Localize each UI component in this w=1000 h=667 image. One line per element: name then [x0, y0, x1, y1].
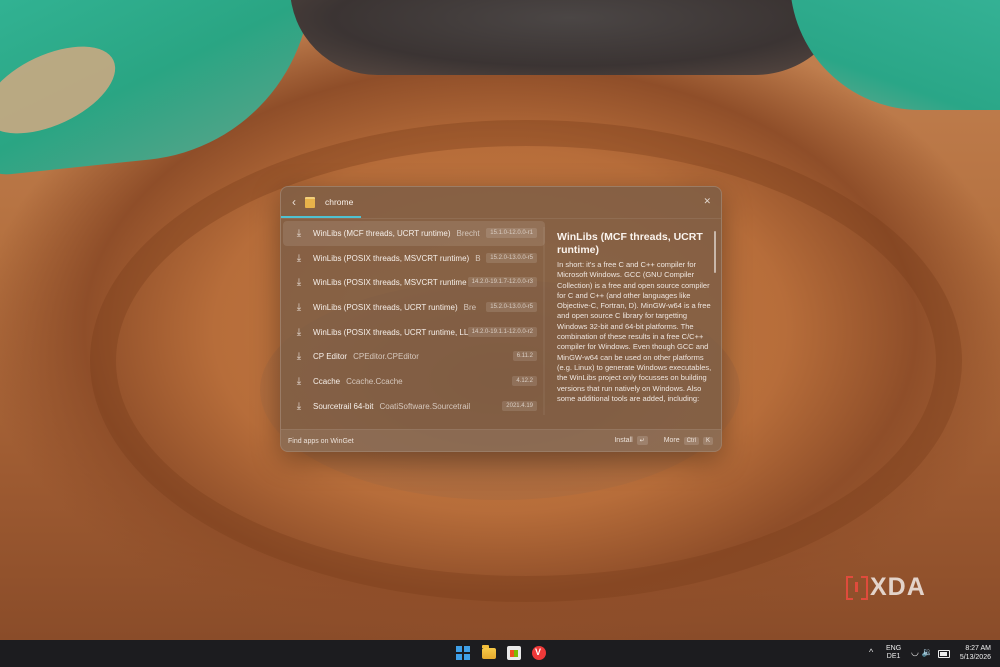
result-text: WinLibs (POSIX threads, MSVCRT runtime	[313, 278, 483, 287]
k-key-hint: K	[702, 436, 713, 445]
version-badge: 6.11.2	[512, 351, 537, 362]
result-subtitle: CoatiSoftware.Sourcetrail	[379, 401, 471, 411]
download-icon: ⤓	[296, 326, 302, 338]
result-text: WinLibs (POSIX threads, UCRT runtime) Bre	[313, 303, 483, 312]
result-title: Sourcetrail 64-bit	[313, 401, 374, 411]
folder-icon	[305, 196, 315, 208]
lang-code: ENG	[886, 645, 902, 652]
result-subtitle: Brecht	[456, 228, 480, 238]
download-icon: ⤓	[296, 227, 302, 239]
result-title: WinLibs (POSIX threads, UCRT runtime)	[313, 302, 458, 312]
result-item[interactable]: ⤓ WinLibs (POSIX threads, UCRT runtime) B…	[283, 295, 545, 320]
result-item[interactable]: ⤓ Sourcetrail 64-bit CoatiSoftware.Source…	[283, 394, 545, 419]
wifi-volume-icons[interactable]: ◡🔉	[911, 647, 936, 658]
version-badge: 2021.4.19	[502, 400, 537, 411]
result-text: WinLibs (POSIX threads, MSVCRT runtime) B	[313, 254, 483, 263]
search-bar: ‹ chrome ✕	[281, 187, 721, 217]
result-text: Sourcetrail 64-bit CoatiSoftware.Sourcetr…	[313, 402, 483, 411]
result-subtitle: Bre	[463, 302, 477, 312]
result-item[interactable]: ⤓ WinLibs (POSIX threads, MSVCRT runtime…	[283, 246, 545, 271]
result-subtitle: CPEditor.CPEditor	[353, 352, 419, 362]
microsoft-store-icon[interactable]	[507, 646, 521, 660]
xda-logo-icon	[846, 576, 868, 600]
version-badge: 15.1.0-12.0.0-r1	[486, 228, 537, 238]
xda-watermark: XDA	[846, 573, 926, 601]
details-pane: WinLibs (MCF threads, UCRT runtime) In s…	[557, 231, 713, 429]
download-icon: ⤓	[296, 351, 302, 363]
result-item[interactable]: ⤓ WinLibs (POSIX threads, MSVCRT runtime…	[283, 270, 545, 295]
result-title: Ccache	[313, 376, 341, 386]
keyboard-layout: DE1	[886, 653, 901, 660]
more-button[interactable]: More	[664, 437, 680, 444]
result-text: Ccache Ccache.Ccache	[313, 377, 483, 386]
result-item[interactable]: ⤓ CP Editor CPEditor.CPEditor 6.11.2	[283, 344, 545, 369]
download-icon: ⤓	[296, 400, 302, 412]
taskbar: ^ ENG DE1 ◡🔉 8:27 AM 5/13/2026	[0, 640, 1000, 667]
details-scrollbar[interactable]	[714, 231, 716, 273]
result-title: WinLibs (POSIX threads, MSVCRT runtime	[313, 278, 467, 288]
result-text: WinLibs (MCF threads, UCRT runtime) Brech…	[313, 229, 483, 238]
file-explorer-icon[interactable]	[482, 645, 496, 659]
back-arrow-icon[interactable]: ‹	[285, 195, 303, 209]
version-badge: 15.2.0-13.0.0-r5	[486, 302, 537, 313]
download-icon: ⤓	[296, 277, 302, 289]
results-scrollbar[interactable]	[543, 227, 545, 415]
download-icon: ⤓	[296, 252, 302, 264]
footer-source-label: Find apps on WinGet	[288, 437, 354, 445]
result-text: CP Editor CPEditor.CPEditor	[313, 352, 483, 361]
result-title: WinLibs (POSIX threads, UCRT runtime, LL	[313, 327, 469, 337]
wallpaper-lake-right	[790, 0, 1000, 110]
download-icon: ⤓	[296, 375, 302, 387]
version-badge: 15.2.0-13.0.0-r5	[486, 252, 537, 263]
search-input[interactable]: chrome	[325, 197, 353, 207]
result-title: WinLibs (MCF threads, UCRT runtime)	[313, 228, 451, 238]
wallpaper-lava-field	[290, 0, 850, 75]
clock-date: 5/13/2026	[959, 654, 991, 661]
install-button[interactable]: Install	[614, 437, 632, 444]
version-badge: 14.2.0-19.1.7-12.0.0-r3	[467, 277, 537, 288]
result-title: WinLibs (POSIX threads, MSVCRT runtime)	[313, 253, 470, 263]
system-clock[interactable]: 8:27 AM 5/13/2026	[957, 644, 991, 662]
footer-bar: Find apps on WinGet Install ↵ More Ctrl …	[281, 429, 721, 451]
result-subtitle: Ccache.Ccache	[346, 376, 403, 386]
version-badge: 4.12.2	[512, 376, 537, 387]
battery-icon[interactable]	[938, 650, 950, 658]
footer-actions: Install ↵ More Ctrl K	[614, 436, 713, 445]
divider	[281, 218, 721, 219]
details-title: WinLibs (MCF threads, UCRT runtime)	[557, 231, 703, 256]
ctrl-key-hint: Ctrl	[683, 436, 699, 445]
result-text: WinLibs (POSIX threads, UCRT runtime, LL	[313, 328, 483, 337]
details-description: In short: it's a free C and C++ compiler…	[557, 260, 712, 403]
enter-key-icon: ↵	[636, 436, 648, 445]
windows-start-icon[interactable]	[456, 646, 470, 660]
results-list: ⤓ WinLibs (MCF threads, UCRT runtime) Bre…	[283, 221, 545, 429]
command-palette: ‹ chrome ✕ ⤓ WinLibs (MCF threads, UCRT …	[280, 186, 722, 452]
clock-time: 8:27 AM	[965, 645, 991, 652]
tray-chevron-icon[interactable]: ^	[869, 647, 873, 657]
result-subtitle: B	[475, 253, 481, 263]
vivaldi-browser-icon[interactable]	[532, 646, 546, 660]
result-title: CP Editor	[313, 352, 348, 362]
download-icon: ⤓	[296, 301, 302, 313]
result-item[interactable]: ⤓ WinLibs (MCF threads, UCRT runtime) Bre…	[283, 221, 545, 246]
language-indicator[interactable]: ENG DE1	[886, 645, 901, 661]
version-badge: 14.2.0-19.1.1-12.0.0-r2	[467, 326, 537, 337]
result-item[interactable]: ⤓ WinLibs (POSIX threads, UCRT runtime, …	[283, 320, 545, 345]
watermark-text: XDA	[870, 572, 926, 601]
close-icon[interactable]: ✕	[703, 196, 711, 207]
result-item[interactable]: ⤓ Ccache Ccache.Ccache 4.12.2	[283, 369, 545, 394]
